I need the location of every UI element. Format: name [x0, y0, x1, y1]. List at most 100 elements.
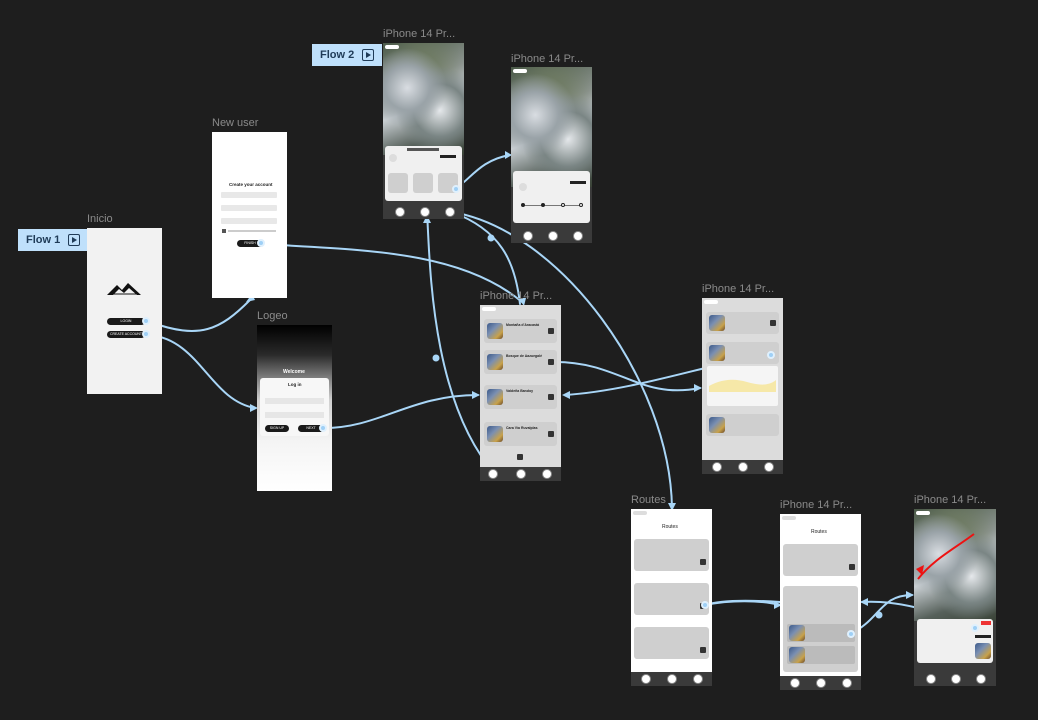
- signup-button[interactable]: SIGN UP: [265, 425, 289, 432]
- frame-label-map3: iPhone 14 Pr...: [914, 494, 987, 506]
- chevron-right-icon[interactable]: [700, 559, 706, 565]
- chevron-right-icon[interactable]: [548, 328, 554, 334]
- route-card[interactable]: [634, 539, 709, 571]
- tab-search[interactable]: [816, 678, 826, 688]
- connector-origin[interactable]: [767, 351, 775, 359]
- chevron-right-icon[interactable]: [548, 394, 554, 400]
- tag-badge: [570, 181, 586, 184]
- tab-profile[interactable]: [976, 674, 986, 684]
- tab-profile[interactable]: [542, 469, 552, 479]
- chevron-right-icon[interactable]: [770, 320, 776, 326]
- connector-origin[interactable]: [847, 630, 855, 638]
- satellite-map[interactable]: [511, 67, 592, 187]
- login-button[interactable]: LOGIN: [107, 318, 145, 325]
- create-account-button[interactable]: CREATE ACCOUNT: [107, 331, 145, 338]
- route-option[interactable]: [787, 624, 855, 642]
- connector-origin[interactable]: [257, 239, 265, 247]
- list-item-title: Bosque de Aazuegalé: [506, 354, 543, 358]
- tab-home[interactable]: [790, 678, 800, 688]
- frame-routes[interactable]: Routes: [631, 509, 712, 686]
- tab-home[interactable]: [488, 469, 498, 479]
- status-bar: [482, 307, 496, 311]
- route-card[interactable]: [634, 627, 709, 659]
- progress-step: [541, 203, 545, 207]
- email-field[interactable]: [221, 205, 277, 211]
- route-card[interactable]: [783, 544, 858, 576]
- tab-profile[interactable]: [842, 678, 852, 688]
- tab-home[interactable]: [712, 462, 722, 472]
- frame-map-2[interactable]: [511, 67, 592, 243]
- connector-origin[interactable]: [452, 185, 460, 193]
- progress-step: [521, 203, 525, 207]
- tab-search[interactable]: [951, 674, 961, 684]
- frame-routes-2[interactable]: Routes: [780, 514, 861, 690]
- frame-label-routes2: iPhone 14 Pr...: [780, 499, 853, 511]
- flow-2-badge[interactable]: Flow 2: [312, 44, 382, 66]
- frame-map-3[interactable]: [914, 509, 996, 686]
- frame-new-user[interactable]: Create your account FINISH: [212, 132, 287, 298]
- list-item[interactable]: Montaña d'Aracastá: [484, 319, 557, 343]
- flow-2-label: Flow 2: [320, 49, 355, 61]
- tab-search[interactable]: [516, 469, 526, 479]
- password-field[interactable]: [221, 218, 277, 224]
- frame-label-new-user: New user: [212, 117, 259, 129]
- route-bottom-sheet: [917, 619, 993, 663]
- play-icon: [68, 234, 81, 246]
- status-bar: [782, 516, 796, 520]
- tab-profile[interactable]: [693, 674, 703, 684]
- tab-home[interactable]: [641, 674, 651, 684]
- list-item[interactable]: Valdeña Bandoy: [484, 385, 557, 409]
- frame-label-map1: iPhone 14 Pr...: [383, 28, 456, 40]
- frame-label-inicio: Inicio: [87, 213, 113, 225]
- status-bar: [513, 69, 527, 73]
- connector-origin[interactable]: [142, 317, 150, 325]
- frame-mountain-detail[interactable]: [702, 298, 783, 474]
- welcome-text: Welcome: [283, 369, 305, 375]
- mountain-thumbnail: [789, 647, 805, 663]
- tab-profile[interactable]: [764, 462, 774, 472]
- tab-home[interactable]: [523, 231, 533, 241]
- frame-inicio[interactable]: LOGIN CREATE ACCOUNT: [87, 228, 162, 394]
- tab-home[interactable]: [395, 207, 405, 217]
- password-field[interactable]: [265, 412, 324, 418]
- chevron-down-icon[interactable]: [517, 454, 523, 460]
- connector-origin[interactable]: [971, 624, 979, 632]
- tab-search[interactable]: [548, 231, 558, 241]
- chevron-right-icon[interactable]: [849, 564, 855, 570]
- frame-mountain-list[interactable]: Montaña d'Aracastá Bosque de Aazuegalé V…: [480, 305, 561, 481]
- tab-search[interactable]: [738, 462, 748, 472]
- tab-profile[interactable]: [445, 207, 455, 217]
- route-card[interactable]: [634, 583, 709, 615]
- mountain-thumbnail: [709, 345, 725, 361]
- connector-origin[interactable]: [701, 601, 709, 609]
- name-field[interactable]: [221, 192, 277, 198]
- flow-1-badge[interactable]: Flow 1: [18, 229, 88, 251]
- frame-label-list: iPhone 14 Pr...: [480, 290, 553, 302]
- option-card[interactable]: [413, 173, 433, 193]
- tab-home[interactable]: [926, 674, 936, 684]
- option-card[interactable]: [388, 173, 408, 193]
- forecast-chart: [709, 379, 776, 392]
- connector-origin[interactable]: [142, 330, 150, 338]
- tab-profile[interactable]: [573, 231, 583, 241]
- route-option[interactable]: [787, 646, 855, 664]
- route-card-expanded[interactable]: [783, 586, 858, 672]
- frame-map-1[interactable]: [383, 43, 464, 219]
- satellite-map[interactable]: [383, 43, 464, 155]
- tab-bar: [480, 467, 561, 481]
- list-item[interactable]: Cara Vía Ruvalplas: [484, 422, 557, 446]
- tab-bar: [914, 672, 996, 686]
- tab-search[interactable]: [420, 207, 430, 217]
- username-field[interactable]: [265, 398, 324, 404]
- list-item[interactable]: [706, 312, 779, 334]
- terms-checkbox[interactable]: [222, 229, 226, 233]
- connector-origin[interactable]: [319, 424, 327, 432]
- chevron-right-icon[interactable]: [700, 647, 706, 653]
- chevron-right-icon[interactable]: [548, 359, 554, 365]
- mountain-thumbnail: [487, 389, 503, 405]
- list-item[interactable]: Bosque de Aazuegalé: [484, 350, 557, 374]
- frame-logeo[interactable]: Welcome Log in SIGN UP NEXT: [257, 325, 332, 491]
- tab-search[interactable]: [667, 674, 677, 684]
- list-item[interactable]: [706, 414, 779, 436]
- chevron-right-icon[interactable]: [548, 431, 554, 437]
